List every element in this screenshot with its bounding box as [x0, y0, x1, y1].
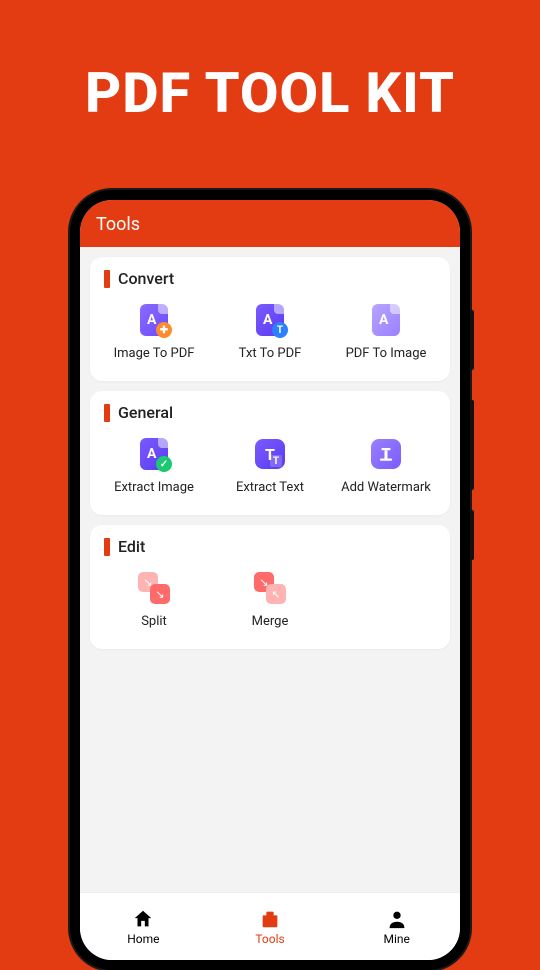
phone-side-button: [470, 510, 474, 560]
split-icon: ↘ ↘: [136, 570, 172, 606]
tool-image-to-pdf[interactable]: A ✚ Image To PDF: [98, 298, 210, 365]
tool-txt-to-pdf[interactable]: A T Txt To PDF: [214, 298, 326, 365]
txt-to-pdf-icon: A T: [252, 302, 288, 338]
section-general: General A ✓ Extract Image TT Ex: [90, 391, 450, 515]
person-icon: [386, 908, 408, 930]
nav-home[interactable]: Home: [80, 893, 207, 960]
section-title: Convert: [118, 269, 174, 288]
tool-pdf-to-image[interactable]: A PDF To Image: [330, 298, 442, 365]
nav-label: Mine: [383, 932, 409, 946]
tool-add-watermark[interactable]: Add Watermark: [330, 432, 442, 499]
extract-image-icon: A ✓: [136, 436, 172, 472]
bottom-nav: Home Tools Mine: [80, 892, 460, 960]
content-area: Convert A ✚ Image To PDF A T: [80, 247, 460, 960]
extract-text-icon: TT: [252, 436, 288, 472]
section-title: Edit: [118, 537, 145, 556]
tool-label: Txt To PDF: [239, 346, 302, 361]
section-convert: Convert A ✚ Image To PDF A T: [90, 257, 450, 381]
nav-label: Tools: [255, 932, 284, 946]
section-accent-icon: [104, 270, 110, 288]
merge-icon: ↘ ↖: [252, 570, 288, 606]
tool-merge[interactable]: ↘ ↖ Merge: [214, 566, 326, 633]
section-edit: Edit ↘ ↘ Split: [90, 525, 450, 649]
tool-label: Split: [141, 614, 167, 629]
pdf-to-image-icon: A: [368, 302, 404, 338]
tool-label: Merge: [252, 614, 289, 629]
phone-frame: Tools Convert A ✚ Image To PDF: [70, 190, 470, 970]
tool-extract-image[interactable]: A ✓ Extract Image: [98, 432, 210, 499]
nav-label: Home: [127, 932, 159, 946]
tool-label: Image To PDF: [114, 346, 195, 361]
tool-label: Add Watermark: [341, 480, 431, 495]
tool-label: Extract Text: [236, 480, 304, 495]
hero-title: PDF TOOL KIT: [0, 0, 540, 126]
nav-tools[interactable]: Tools: [207, 893, 334, 960]
tool-label: Extract Image: [114, 480, 194, 495]
section-title: General: [118, 403, 173, 422]
tool-split[interactable]: ↘ ↘ Split: [98, 566, 210, 633]
app-bar: Tools: [80, 200, 460, 247]
home-icon: [132, 908, 154, 930]
app-bar-title: Tools: [96, 214, 140, 235]
watermark-icon: [368, 436, 404, 472]
image-to-pdf-icon: A ✚: [136, 302, 172, 338]
section-accent-icon: [104, 404, 110, 422]
phone-side-button: [470, 310, 474, 370]
nav-mine[interactable]: Mine: [333, 893, 460, 960]
phone-side-button: [470, 400, 474, 490]
tool-label: PDF To Image: [346, 346, 427, 361]
tools-icon: [259, 908, 281, 930]
screen: Tools Convert A ✚ Image To PDF: [80, 200, 460, 960]
tool-extract-text[interactable]: TT Extract Text: [214, 432, 326, 499]
section-accent-icon: [104, 538, 110, 556]
